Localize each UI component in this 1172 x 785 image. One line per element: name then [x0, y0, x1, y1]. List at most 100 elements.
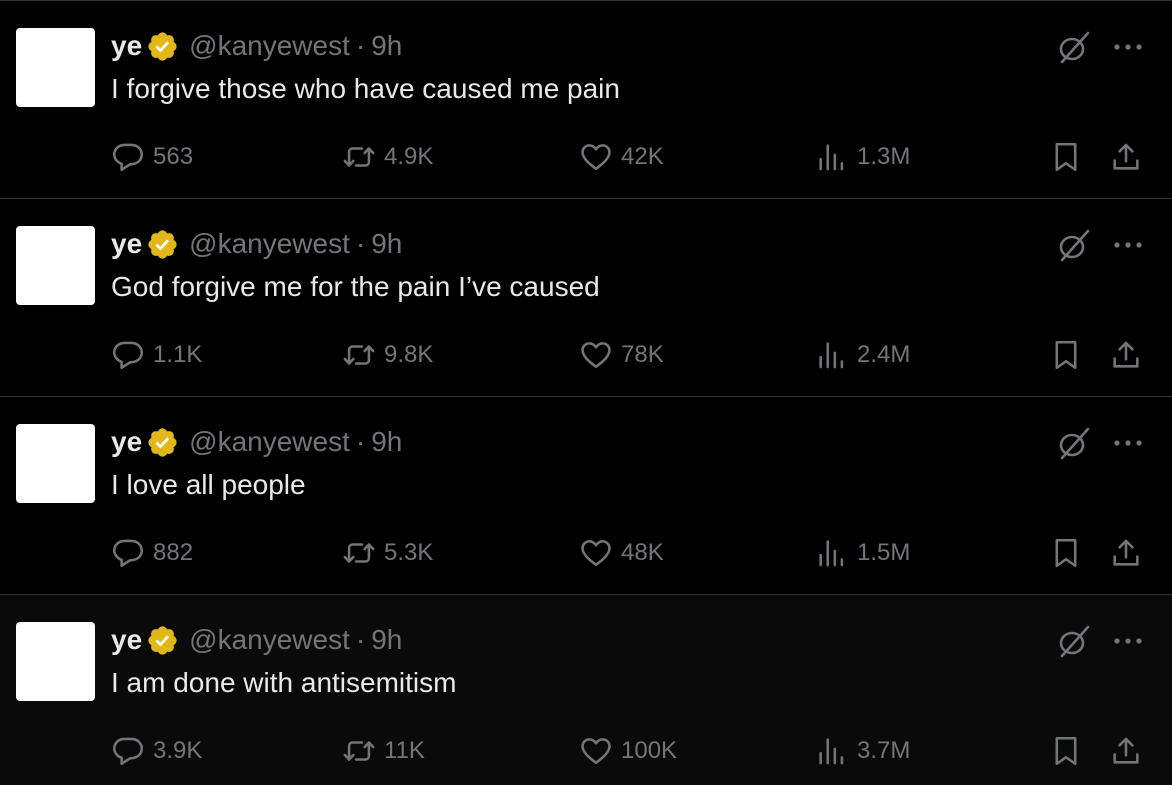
timestamp[interactable]: 9h [371, 228, 402, 260]
tweet-text: God forgive me for the pain I’ve caused [111, 271, 600, 302]
views-count: 2.4M [857, 341, 911, 368]
more-options-icon[interactable] [1112, 239, 1144, 251]
more-options-icon[interactable] [1112, 437, 1144, 449]
bookmark-icon [1055, 736, 1077, 766]
more-options-icon[interactable] [1112, 41, 1144, 53]
views-chart-icon [819, 342, 844, 369]
repost-icon [343, 741, 375, 761]
tweet-header: ye @kanyewest · 9h [111, 29, 402, 63]
bookmark-button[interactable] [1049, 335, 1083, 375]
heart-icon [581, 144, 611, 171]
views-count: 1.3M [857, 143, 911, 170]
repost-icon [343, 345, 375, 365]
tweet-actions: 882 5.3K 48K 1.5M [111, 533, 1161, 573]
like-count: 42K [621, 143, 664, 170]
avatar[interactable] [16, 622, 95, 701]
author-name[interactable]: ye [111, 426, 142, 458]
repost-icon [343, 147, 375, 167]
timestamp[interactable]: 9h [371, 426, 402, 458]
views-button[interactable]: 1.5M [815, 533, 910, 573]
timestamp[interactable]: 9h [371, 30, 402, 62]
reply-button[interactable]: 882 [111, 533, 193, 573]
share-button[interactable] [1109, 533, 1143, 573]
views-chart-icon [819, 738, 844, 765]
bookmark-icon [1055, 340, 1077, 370]
tweet[interactable]: ye @kanyewest · 9h God forgive me for th… [0, 199, 1172, 397]
reply-count: 563 [153, 143, 194, 170]
reply-icon [112, 539, 144, 568]
avatar[interactable] [16, 424, 95, 503]
repost-button[interactable]: 9.8K [342, 335, 433, 375]
tweet[interactable]: ye @kanyewest · 9h I forgive those who h… [0, 1, 1172, 199]
tweet-text: I love all people [111, 469, 306, 500]
verified-badge-icon [148, 427, 177, 457]
reply-icon [112, 143, 144, 172]
repost-count: 4.9K [384, 143, 434, 170]
bookmark-button[interactable] [1049, 137, 1083, 177]
verified-badge-icon [148, 229, 177, 259]
share-button[interactable] [1109, 335, 1143, 375]
reply-button[interactable]: 3.9K [111, 731, 202, 771]
author-handle[interactable]: @kanyewest [189, 426, 350, 458]
repost-button[interactable]: 11K [342, 731, 425, 771]
author-handle[interactable]: @kanyewest [189, 228, 350, 260]
views-button[interactable]: 2.4M [815, 335, 910, 375]
views-chart-icon [819, 540, 844, 567]
share-icon [1113, 143, 1139, 170]
views-count: 1.5M [857, 539, 911, 566]
repost-button[interactable]: 5.3K [342, 533, 433, 573]
tweet-feed: ye @kanyewest · 9h I forgive those who h… [0, 0, 1172, 785]
grok-icon[interactable] [1056, 227, 1092, 263]
bookmark-icon [1055, 142, 1077, 172]
reply-count: 3.9K [153, 737, 203, 764]
tweet-text: I am done with antisemitism [111, 667, 457, 698]
views-button[interactable]: 3.7M [815, 731, 910, 771]
share-icon [1113, 539, 1139, 566]
views-button[interactable]: 1.3M [815, 137, 910, 177]
like-count: 78K [621, 341, 664, 368]
reply-button[interactable]: 563 [111, 137, 193, 177]
tweet[interactable]: ye @kanyewest · 9h I love all people 882… [0, 397, 1172, 595]
like-count: 100K [621, 737, 678, 764]
like-button[interactable]: 48K [579, 533, 664, 573]
like-button[interactable]: 42K [579, 137, 664, 177]
share-button[interactable] [1109, 137, 1143, 177]
author-handle[interactable]: @kanyewest [189, 30, 350, 62]
reply-count: 1.1K [153, 341, 203, 368]
views-count: 3.7M [857, 737, 911, 764]
author-name[interactable]: ye [111, 228, 142, 260]
tweet-actions: 3.9K 11K 100K 3.7M [111, 731, 1161, 771]
verified-badge-icon [148, 625, 177, 655]
bookmark-icon [1055, 538, 1077, 568]
bookmark-button[interactable] [1049, 533, 1083, 573]
avatar[interactable] [16, 28, 95, 107]
author-name[interactable]: ye [111, 624, 142, 656]
tweet-header: ye @kanyewest · 9h [111, 227, 402, 261]
grok-icon[interactable] [1056, 29, 1092, 65]
separator-dot: · [355, 426, 366, 457]
repost-count: 11K [384, 737, 425, 764]
like-button[interactable]: 100K [579, 731, 677, 771]
tweet-actions: 563 4.9K 42K 1.3M [111, 137, 1161, 177]
repost-icon [343, 543, 375, 563]
heart-icon [581, 342, 611, 369]
heart-icon [581, 738, 611, 765]
avatar[interactable] [16, 226, 95, 305]
share-button[interactable] [1109, 731, 1143, 771]
like-button[interactable]: 78K [579, 335, 664, 375]
timestamp[interactable]: 9h [371, 624, 402, 656]
heart-icon [581, 540, 611, 567]
grok-icon[interactable] [1056, 623, 1092, 659]
bookmark-button[interactable] [1049, 731, 1083, 771]
share-icon [1113, 737, 1139, 764]
repost-button[interactable]: 4.9K [342, 137, 433, 177]
repost-count: 5.3K [384, 539, 434, 566]
more-options-icon[interactable] [1112, 635, 1144, 647]
repost-count: 9.8K [384, 341, 434, 368]
grok-icon[interactable] [1056, 425, 1092, 461]
reply-button[interactable]: 1.1K [111, 335, 202, 375]
tweet[interactable]: ye @kanyewest · 9h I am done with antise… [0, 595, 1172, 785]
verified-badge-icon [148, 31, 177, 61]
author-handle[interactable]: @kanyewest [189, 624, 350, 656]
author-name[interactable]: ye [111, 30, 142, 62]
